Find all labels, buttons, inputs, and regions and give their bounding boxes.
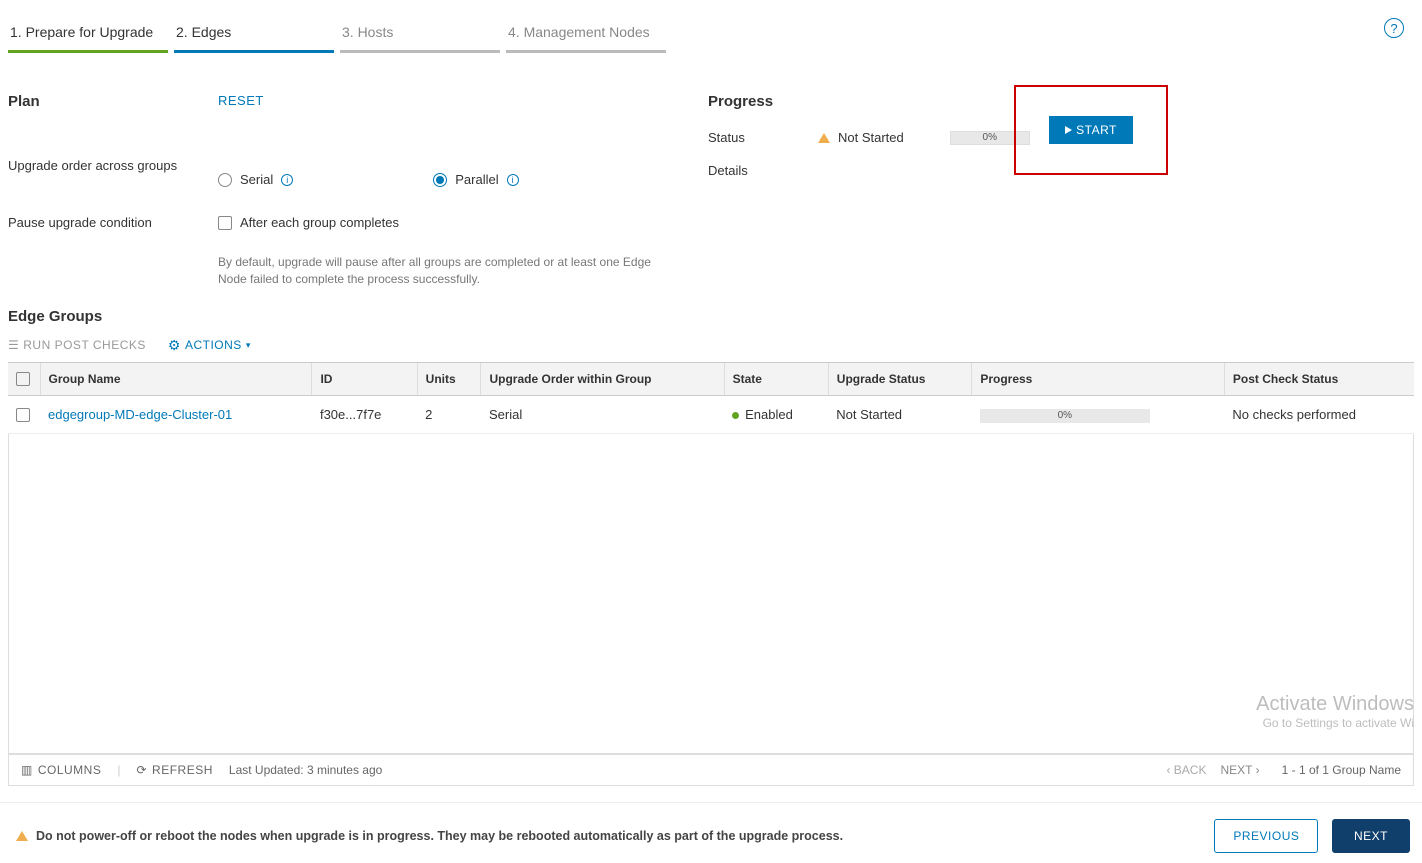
- info-icon[interactable]: i: [281, 174, 293, 186]
- pager: ‹ BACK NEXT ›: [1166, 763, 1259, 777]
- actions-dropdown[interactable]: ⚙ ACTIONS ▾: [168, 337, 251, 354]
- previous-button[interactable]: PREVIOUS: [1214, 819, 1318, 853]
- start-highlight-box: START: [1014, 85, 1168, 175]
- columns-icon: ▥: [21, 763, 33, 777]
- select-all-checkbox[interactable]: [16, 372, 30, 386]
- group-name-link[interactable]: edgegroup-MD-edge-Cluster-01: [48, 407, 232, 422]
- pause-checkbox-row[interactable]: After each group completes: [218, 215, 708, 230]
- cell-state: Enabled: [724, 396, 828, 434]
- radio-serial-label: Serial: [240, 172, 273, 187]
- wizard-tabs: 1. Prepare for Upgrade 2. Edges 3. Hosts…: [0, 0, 1422, 53]
- order-label: Upgrade order across groups: [8, 158, 218, 187]
- radio-parallel-label: Parallel: [455, 172, 498, 187]
- plan-title: Plan: [8, 93, 218, 110]
- details-label: Details: [708, 163, 818, 178]
- start-button-label: START: [1076, 123, 1117, 137]
- content-top: Plan RESET Upgrade order across groups S…: [0, 53, 1422, 288]
- plan-section: Plan RESET Upgrade order across groups S…: [8, 93, 708, 288]
- cell-id: f30e...7f7e: [312, 396, 417, 434]
- col-order[interactable]: Upgrade Order within Group: [481, 362, 724, 396]
- help-icon[interactable]: ?: [1384, 18, 1404, 38]
- row-checkbox[interactable]: [16, 408, 30, 422]
- status-label: Status: [708, 130, 818, 145]
- tab-management[interactable]: 4. Management Nodes: [506, 18, 666, 53]
- col-upgrade-status[interactable]: Upgrade Status: [828, 362, 972, 396]
- col-id[interactable]: ID: [312, 362, 417, 396]
- pager-back[interactable]: ‹ BACK: [1166, 763, 1206, 777]
- warning-icon: [818, 133, 830, 143]
- warning-icon: [16, 831, 28, 841]
- edge-groups-table: Group Name ID Units Upgrade Order within…: [8, 362, 1414, 434]
- reset-link[interactable]: RESET: [218, 93, 264, 108]
- pause-note: By default, upgrade will pause after all…: [218, 254, 678, 288]
- info-icon[interactable]: i: [507, 174, 519, 186]
- pause-option-label: After each group completes: [240, 215, 399, 230]
- table-footer: ▥ COLUMNS | ⟳ REFRESH Last Updated: 3 mi…: [8, 754, 1414, 786]
- cell-upgrade-status: Not Started: [828, 396, 972, 434]
- edge-groups-title: Edge Groups: [0, 288, 1422, 333]
- bottom-bar: Do not power-off or reboot the nodes whe…: [0, 802, 1422, 863]
- play-icon: [1065, 126, 1072, 134]
- gear-icon: ⚙: [168, 337, 181, 354]
- chevron-down-icon: ▾: [246, 340, 251, 351]
- cell-units: 2: [417, 396, 481, 434]
- row-count: 1 - 1 of 1 Group Name: [1282, 763, 1401, 777]
- table-toolbar: ☰ RUN POST CHECKS ⚙ ACTIONS ▾: [0, 333, 1422, 362]
- order-radios: Serial i Parallel i: [218, 172, 708, 187]
- radio-icon: [218, 173, 232, 187]
- last-updated: Last Updated: 3 minutes ago: [229, 763, 382, 777]
- tab-edges[interactable]: 2. Edges: [174, 18, 334, 53]
- cell-progress: 0%: [972, 396, 1225, 434]
- table-empty-space: [8, 434, 1414, 754]
- col-name[interactable]: Group Name: [40, 362, 312, 396]
- status-text: Not Started: [838, 130, 904, 145]
- col-state[interactable]: State: [724, 362, 828, 396]
- radio-parallel[interactable]: Parallel i: [433, 172, 518, 187]
- radio-icon: [433, 173, 447, 187]
- pager-next[interactable]: NEXT ›: [1220, 763, 1259, 777]
- col-post-check[interactable]: Post Check Status: [1224, 362, 1414, 396]
- progress-section: Progress Status Not Started 0% Details S…: [708, 93, 1414, 288]
- cell-post-check: No checks performed: [1224, 396, 1414, 434]
- refresh-button[interactable]: ⟳ REFRESH: [136, 763, 212, 777]
- tab-prepare[interactable]: 1. Prepare for Upgrade: [8, 18, 168, 53]
- start-button[interactable]: START: [1049, 116, 1133, 144]
- tab-hosts[interactable]: 3. Hosts: [340, 18, 500, 53]
- run-post-checks: ☰ RUN POST CHECKS: [8, 338, 146, 352]
- refresh-icon: ⟳: [136, 763, 147, 777]
- col-units[interactable]: Units: [417, 362, 481, 396]
- cell-order: Serial: [481, 396, 724, 434]
- pause-label: Pause upgrade condition: [8, 215, 218, 288]
- checkbox-icon: [218, 216, 232, 230]
- col-progress[interactable]: Progress: [972, 362, 1225, 396]
- warning-row: Do not power-off or reboot the nodes whe…: [16, 829, 843, 843]
- table-row[interactable]: edgegroup-MD-edge-Cluster-01 f30e...7f7e…: [8, 396, 1414, 434]
- warning-text: Do not power-off or reboot the nodes whe…: [36, 829, 843, 843]
- radio-serial[interactable]: Serial i: [218, 172, 293, 187]
- status-dot-icon: [732, 412, 739, 419]
- checklist-icon: ☰: [8, 338, 19, 352]
- columns-button[interactable]: ▥ COLUMNS: [21, 763, 101, 777]
- next-button[interactable]: NEXT: [1332, 819, 1410, 853]
